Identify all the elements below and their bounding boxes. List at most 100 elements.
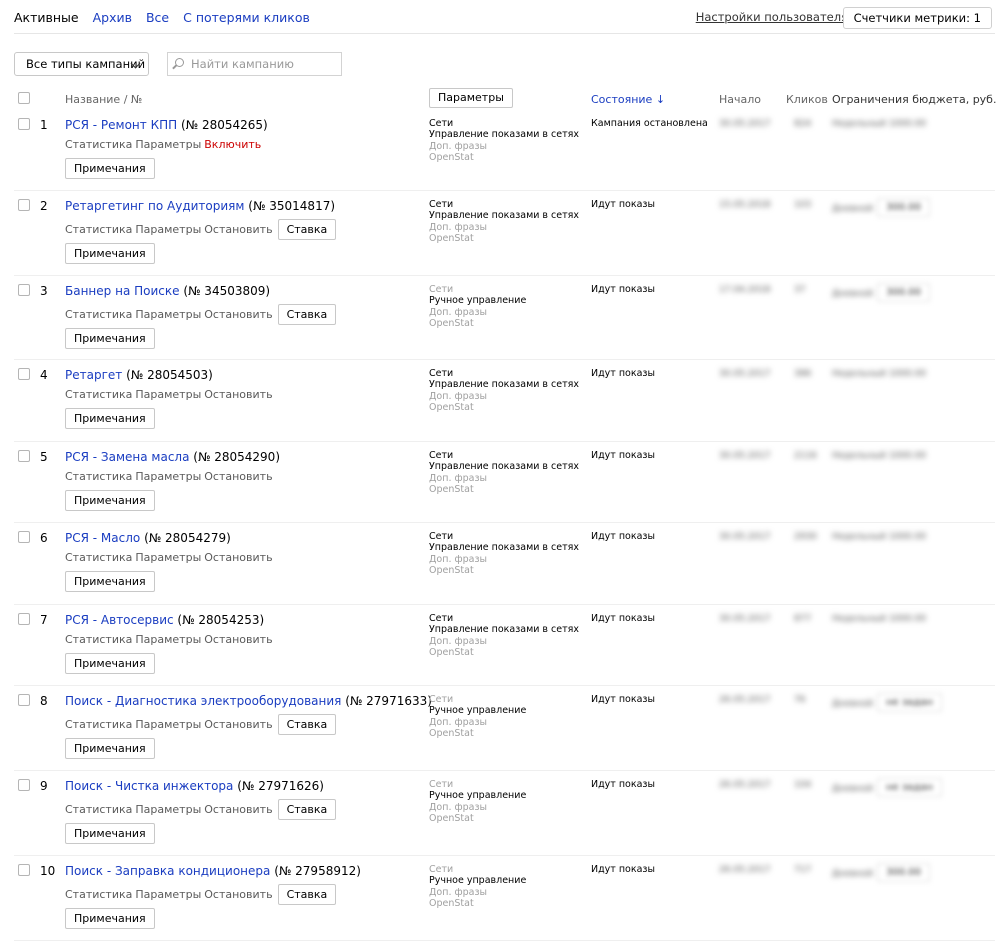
row-checkbox[interactable] — [18, 613, 30, 625]
campaign-name-link[interactable]: Баннер на Поиске — [65, 284, 180, 298]
campaign-start-date: 15.05.2018 — [719, 200, 771, 210]
stats-link[interactable]: Статистика — [65, 470, 132, 483]
param-strategy: Ручное управление — [429, 790, 527, 802]
param-openstat: OpenStat — [429, 401, 474, 413]
stop-link[interactable]: Остановить — [204, 388, 272, 401]
param-extra-phrases: Доп. фразы — [429, 390, 488, 402]
campaign-name-link[interactable]: Поиск - Диагностика электрооборудования — [65, 694, 341, 708]
stop-link[interactable]: Остановить — [204, 470, 272, 483]
stats-link[interactable]: Статистика — [65, 803, 132, 816]
campaign-name-link[interactable]: Ретаргетинг по Аудиториям — [65, 199, 244, 213]
stop-link[interactable]: Остановить — [204, 308, 272, 321]
campaign-budget: Недельный 1000.00 — [832, 532, 927, 542]
tab-lost-clicks[interactable]: С потерями кликов — [183, 10, 310, 32]
stop-link[interactable]: Остановить — [204, 633, 272, 646]
stats-link[interactable]: Статистика — [65, 388, 132, 401]
params-link[interactable]: Параметры — [135, 138, 201, 151]
row-checkbox[interactable] — [18, 284, 30, 296]
campaign-name-link[interactable]: РСЯ - Замена масла — [65, 450, 189, 464]
notes-button[interactable]: Примечания — [65, 408, 155, 429]
params-link[interactable]: Параметры — [135, 803, 201, 816]
params-link[interactable]: Параметры — [135, 223, 201, 236]
params-link[interactable]: Параметры — [135, 470, 201, 483]
notes-button[interactable]: Примечания — [65, 908, 155, 929]
param-strategy: Управление показами в сетях — [429, 624, 579, 636]
notes-button[interactable]: Примечания — [65, 243, 155, 264]
campaign-id: (№ 28054279) — [144, 531, 231, 545]
campaign-type-select[interactable]: Все типы кампаний — [14, 52, 149, 76]
column-status-sort[interactable]: Состояние ↓ — [591, 93, 665, 106]
params-link[interactable]: Параметры — [135, 551, 201, 564]
params-link[interactable]: Параметры — [135, 308, 201, 321]
campaign-search-input[interactable]: Найти кампанию — [167, 52, 342, 76]
stop-link[interactable]: Остановить — [204, 803, 272, 816]
notes-button[interactable]: Примечания — [65, 158, 155, 179]
params-link[interactable]: Параметры — [135, 718, 201, 731]
campaign-budget: Недельный 1000.00 — [832, 451, 927, 461]
bid-button[interactable]: Ставка — [277, 799, 337, 820]
campaign-params: Сети Управление показами в сетях Доп. фр… — [429, 613, 579, 658]
notes-button[interactable]: Примечания — [65, 571, 155, 592]
enable-link[interactable]: Включить — [204, 138, 261, 151]
budget-input[interactable]: 300.00 — [877, 863, 930, 882]
notes-button[interactable]: Примечания — [65, 490, 155, 511]
stats-link[interactable]: Статистика — [65, 888, 132, 901]
stop-link[interactable]: Остановить — [204, 718, 272, 731]
row-checkbox[interactable] — [18, 531, 30, 543]
row-checkbox[interactable] — [18, 694, 30, 706]
row-checkbox[interactable] — [18, 779, 30, 791]
notes-button[interactable]: Примечания — [65, 823, 155, 844]
stats-link[interactable]: Статистика — [65, 223, 132, 236]
bid-button[interactable]: Ставка — [277, 714, 337, 735]
stop-link[interactable]: Остановить — [204, 223, 272, 236]
params-link[interactable]: Параметры — [135, 888, 201, 901]
stop-link[interactable]: Остановить — [204, 888, 272, 901]
stop-link[interactable]: Остановить — [204, 551, 272, 564]
row-checkbox[interactable] — [18, 368, 30, 380]
row-checkbox[interactable] — [18, 864, 30, 876]
campaign-clicks: 386 — [794, 369, 812, 379]
notes-button[interactable]: Примечания — [65, 328, 155, 349]
params-link[interactable]: Параметры — [135, 633, 201, 646]
row-checkbox[interactable] — [18, 199, 30, 211]
budget-input[interactable]: 300.00 — [877, 283, 930, 302]
stats-link[interactable]: Статистика — [65, 551, 132, 564]
bid-button[interactable]: Ставка — [277, 304, 337, 325]
budget-input[interactable]: не задан — [877, 778, 942, 797]
user-settings-link[interactable]: Настройки пользователя — [696, 10, 848, 24]
campaign-name-link[interactable]: Поиск - Чистка инжектора — [65, 779, 233, 793]
budget-input[interactable]: не задан — [877, 693, 942, 712]
row-checkbox[interactable] — [18, 450, 30, 462]
budget-input[interactable]: 300.00 — [877, 198, 930, 217]
param-networks: Сети — [429, 199, 454, 210]
campaign-name-link[interactable]: РСЯ - Масло — [65, 531, 140, 545]
row-checkbox[interactable] — [18, 118, 30, 130]
notes-button[interactable]: Примечания — [65, 738, 155, 759]
bid-button[interactable]: Ставка — [277, 884, 337, 905]
row-number: 2 — [40, 199, 48, 213]
campaign-name-link[interactable]: РСЯ - Автосервис — [65, 613, 174, 627]
metrics-counters-button[interactable]: Счетчики метрики: 1 — [842, 7, 992, 29]
campaign-status: Идут показы — [591, 450, 655, 461]
campaign-name-link[interactable]: Ретаргет — [65, 368, 122, 382]
stats-link[interactable]: Статистика — [65, 308, 132, 321]
stats-link[interactable]: Статистика — [65, 718, 132, 731]
notes-button[interactable]: Примечания — [65, 653, 155, 674]
tab-active[interactable]: Активные — [14, 10, 79, 32]
row-actions: Статистика Параметры Остановить — [65, 633, 273, 646]
bid-button[interactable]: Ставка — [277, 219, 337, 240]
param-networks: Сети — [429, 368, 454, 379]
row-divider — [14, 441, 995, 442]
campaign-name-link[interactable]: Поиск - Заправка кондиционера — [65, 864, 270, 878]
param-networks: Сети — [429, 694, 454, 705]
select-all-checkbox[interactable] — [18, 92, 30, 104]
params-link[interactable]: Параметры — [135, 388, 201, 401]
row-number: 1 — [40, 118, 48, 132]
stats-link[interactable]: Статистика — [65, 138, 132, 151]
tab-all[interactable]: Все — [146, 10, 169, 32]
tab-archive[interactable]: Архив — [93, 10, 132, 32]
parameters-column-button[interactable]: Параметры — [429, 88, 513, 108]
campaign-name-link[interactable]: РСЯ - Ремонт КПП — [65, 118, 177, 132]
stats-link[interactable]: Статистика — [65, 633, 132, 646]
row-divider — [14, 685, 995, 686]
